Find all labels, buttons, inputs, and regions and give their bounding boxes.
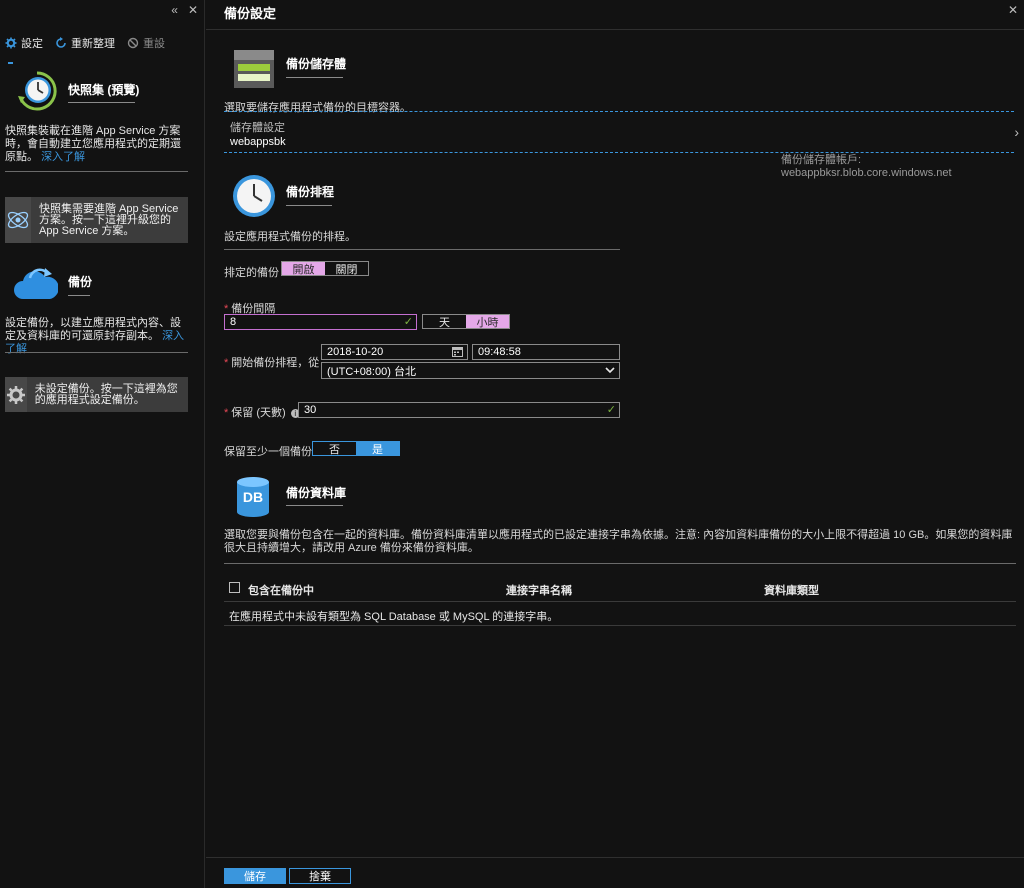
snapshots-card-text: 快照集需要進階 App Service 方案。按一下這裡升級您的 App Ser… (39, 202, 179, 237)
close-icon[interactable]: ✕ (188, 3, 198, 17)
interval-value: 8 (230, 316, 237, 328)
database-description: 選取您要與備份包含在一起的資料庫。備份資料庫清單以應用程式的已設定連接字串為依據… (224, 529, 1013, 554)
refresh-icon (55, 37, 67, 49)
checkmark-icon: ✓ (403, 316, 413, 328)
storage-settings-value: webappsbk (230, 136, 286, 148)
main-panel: 備份設定 ✕ 備份儲存體 選取要儲存應用程式備份的目標容器。 儲存體設定 web… (206, 0, 1024, 888)
required-marker: * (224, 407, 229, 419)
divider (5, 352, 188, 353)
gear-icon (5, 377, 27, 412)
cloud-backup-icon (14, 265, 59, 308)
selection-indicator (8, 62, 13, 64)
database-icon: DB (236, 476, 270, 521)
retention-label: * 保留 (天數) i (224, 404, 300, 420)
snapshots-description: 快照集裝載在進階 App Service 方案時，會自動建立您應用程式的定期還原… (5, 125, 190, 164)
refresh-label: 重新整理 (71, 38, 115, 50)
schedule-description: 設定應用程式備份的排程。 (224, 231, 356, 243)
snapshots-title: 快照集 (預覽) (68, 83, 140, 97)
timezone-value: (UTC+08:00) 台北 (327, 365, 416, 378)
clock-icon (232, 174, 276, 221)
chevron-right-icon: › (1014, 124, 1019, 140)
start-time-value: 09:48:58 (478, 346, 521, 358)
keep-one-toggle[interactable]: 否 是 (312, 441, 400, 456)
backup-card-text: 未設定備份。按一下這裡為您的應用程式設定備份。 (34, 382, 178, 406)
toggle-off-option[interactable]: 關閉 (325, 262, 368, 276)
reset-button[interactable]: 重設 (127, 35, 165, 51)
checkmark-icon: ✓ (606, 404, 616, 416)
timezone-select[interactable]: (UTC+08:00) 台北 (321, 362, 620, 379)
empty-message: 在應用程式中未設有類型為 SQL Database 或 MySQL 的連接字串。 (229, 611, 559, 623)
gear-icon (5, 37, 17, 49)
col-connection-string: 連接字串名稱 (506, 585, 572, 597)
divider (224, 563, 1016, 564)
close-icon[interactable]: ✕ (1008, 3, 1018, 17)
divider (224, 249, 620, 250)
start-label-text: 開始備份排程，從 (231, 357, 320, 369)
divider (5, 171, 188, 172)
prohibited-icon (127, 37, 139, 49)
hour-option[interactable]: 小時 (466, 315, 509, 329)
backup-configure-card[interactable]: 未設定備份。按一下這裡為您的應用程式設定備份。 (5, 377, 188, 412)
toggle-on-option[interactable]: 開啟 (282, 262, 325, 276)
save-button[interactable]: 儲存 (224, 868, 286, 884)
left-panel-controls: « ✕ (171, 3, 198, 17)
discard-button[interactable]: 捨棄 (289, 868, 351, 884)
retention-value: 30 (304, 404, 317, 416)
database-title-underline (286, 505, 343, 506)
reset-label: 重設 (143, 38, 165, 50)
settings-button[interactable]: 設定 (5, 35, 43, 51)
database-table-header: 包含在備份中 連接字串名稱 資料庫類型 (224, 574, 1016, 602)
col-include: 包含在備份中 (248, 585, 314, 597)
backup-description: 設定備份，以建立應用程式內容、設定及資料庫的可還原封存副本。 深入了解 (5, 317, 190, 356)
backup-title: 備份 (68, 275, 93, 289)
select-all-checkbox[interactable] (229, 582, 240, 593)
table-row: 在應用程式中未設有類型為 SQL Database 或 MySQL 的連接字串。 (224, 603, 1016, 626)
page-title: 備份設定 (224, 6, 277, 21)
collapse-icon[interactable]: « (171, 3, 178, 17)
snapshots-learn-more-link[interactable]: 深入了解 (41, 151, 85, 163)
col-database-type: 資料庫類型 (764, 585, 819, 597)
scheduled-backup-toggle[interactable]: 開啟 關閉 (281, 261, 369, 276)
interval-input[interactable]: 8 ✓ (224, 314, 417, 330)
snapshots-description-text: 快照集裝載在進階 App Service 方案時，會自動建立您應用程式的定期還原… (5, 125, 181, 163)
chevron-down-icon (605, 363, 615, 380)
schedule-title: 備份排程 (286, 185, 335, 199)
day-option[interactable]: 天 (423, 315, 466, 329)
storage-settings-label: 儲存體設定 (230, 122, 285, 134)
schedule-title-underline (286, 205, 332, 206)
footer-divider (206, 857, 1024, 858)
required-marker: * (224, 357, 229, 369)
scheduled-backup-label: 排定的備份 (224, 267, 279, 279)
start-date-input[interactable]: 2018-10-20 (321, 344, 468, 360)
storage-title-underline (286, 77, 343, 78)
start-time-input[interactable]: 09:48:58 (472, 344, 620, 360)
yes-option[interactable]: 是 (356, 442, 399, 456)
no-option[interactable]: 否 (313, 442, 356, 456)
storage-title: 備份儲存體 (286, 57, 347, 71)
orbit-icon (5, 197, 31, 243)
backup-underline (68, 295, 90, 296)
keep-one-label: 保留至少一個備份 (224, 446, 312, 458)
database-icon-label: DB (242, 489, 264, 505)
calendar-icon[interactable] (452, 346, 463, 360)
start-date-value: 2018-10-20 (327, 346, 384, 358)
retention-label-text: 保留 (天數) (231, 407, 286, 419)
main-header: 備份設定 ✕ (206, 0, 1024, 30)
snapshots-upgrade-card[interactable]: 快照集需要進階 App Service 方案。按一下這裡升級您的 App Ser… (5, 197, 188, 243)
toolbar: 設定 重新整理 重設 (5, 35, 165, 51)
storage-icon (234, 50, 274, 91)
interval-unit-toggle[interactable]: 天 小時 (422, 314, 510, 329)
retention-input[interactable]: 30 ✓ (298, 402, 620, 418)
storage-account-text: 備份儲存體帳戶: webappbksr.blob.core.windows.ne… (781, 154, 952, 179)
backup-description-text: 設定備份，以建立應用程式內容、設定及資料庫的可還原封存副本。 (5, 317, 181, 342)
left-panel: « ✕ 設定 重新整理 重設 快照集 (預覽) 快照集裝載在進階 App Ser… (0, 0, 205, 888)
snapshots-underline (68, 102, 135, 103)
database-title: 備份資料庫 (286, 486, 347, 500)
clock-snapshot-icon (16, 70, 58, 115)
storage-settings-selector[interactable]: 儲存體設定 webappsbk › (224, 112, 1019, 152)
refresh-button[interactable]: 重新整理 (55, 35, 115, 51)
settings-label: 設定 (21, 38, 43, 50)
start-label: * 開始備份排程，從 (224, 354, 319, 370)
